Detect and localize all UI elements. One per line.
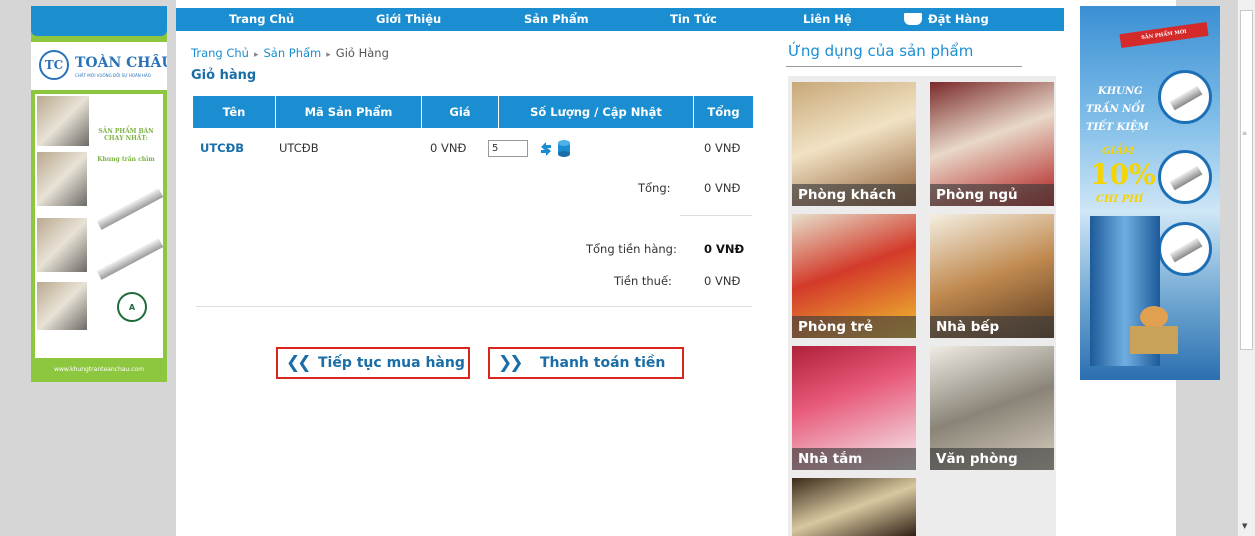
checkout-label: Thanh toán tiền — [540, 355, 666, 371]
discount-label: GIẢM — [1102, 146, 1135, 157]
ceiling-rail-image — [96, 238, 164, 280]
applications-gallery: Phòng khách Phòng ngủ Phòng trẻ Nhà bếp … — [788, 76, 1056, 536]
product-price: 0 VNĐ — [430, 141, 467, 155]
left-advert-banner[interactable]: TC TOÀN CHÂU CHẤT MỚI VUÔNG ĐỒI SỰ HOÀN … — [31, 6, 167, 382]
bestseller-label: SẢN PHẨM BÁN CHẠY NHẤT: — [98, 128, 154, 142]
grand-total-label: Tổng tiền hàng: — [586, 242, 677, 256]
nav-item-about[interactable]: Giới Thiệu — [376, 8, 441, 31]
vertical-scrollbar[interactable]: ≡ ▼ — [1238, 0, 1255, 536]
nav-item-products[interactable]: Sản Phẩm — [524, 8, 589, 31]
breadcrumb-current: Giỏ Hàng — [335, 46, 389, 60]
nav-item-home[interactable]: Trang Chủ — [229, 8, 294, 31]
column-header-name: Tên — [222, 105, 246, 119]
brand-tagline: CHẤT MỚI VUÔNG ĐỒI SỰ HOÀN HẢO — [75, 73, 151, 78]
delete-database-icon[interactable] — [558, 140, 570, 157]
subtotal-label: Tổng: — [638, 181, 671, 195]
tile-caption: Phòng ngủ — [930, 184, 1054, 206]
brand-logo-icon: TC — [39, 50, 69, 80]
divider — [786, 66, 1022, 67]
grand-total-value: 0 VNĐ — [704, 242, 745, 256]
tile-caption: Văn phòng — [930, 448, 1054, 470]
breadcrumb-separator-icon: ▸ — [253, 50, 259, 60]
continue-shopping-label: Tiếp tục mua hàng — [318, 355, 465, 371]
discount-value: 10% — [1090, 158, 1156, 191]
breadcrumb: Trang Chủ ▸ Sản Phẩm ▸ Giỏ Hàng — [191, 46, 389, 60]
tile-caption: Phòng trẻ — [792, 316, 916, 338]
banner-text: KHUNG — [1098, 86, 1143, 97]
breadcrumb-separator-icon: ▸ — [326, 50, 331, 60]
interior-photo — [37, 152, 87, 206]
double-chevron-left-icon: ❮❮ — [286, 353, 311, 373]
checkout-button[interactable]: ❯❯ Thanh toán tiền — [488, 347, 684, 379]
tile-caption: Nhà tắm — [792, 448, 916, 470]
right-advert-banner[interactable]: SẢN PHẨM MỚI KHUNG TRẦN NỔI TIẾT KIỆM GI… — [1080, 6, 1220, 380]
refresh-icon[interactable] — [538, 140, 554, 158]
brand-logo: TC TOÀN CHÂU CHẤT MỚI VUÔNG ĐỒI SỰ HOÀN … — [31, 42, 167, 90]
cart-icon — [904, 13, 922, 25]
ceiling-rail-image — [96, 188, 164, 230]
discount-sub: CHI PHÍ — [1096, 194, 1144, 205]
column-header-quantity: Số Lượng / Cập Nhật — [498, 96, 693, 128]
interior-photo — [37, 282, 87, 330]
banner-text: TIẾT KIỆM — [1086, 122, 1149, 133]
astm-logo-icon: A — [117, 292, 147, 322]
row-total: 0 VNĐ — [704, 141, 741, 155]
new-product-ribbon: SẢN PHẨM MỚI — [1119, 21, 1209, 49]
tile-bedroom[interactable]: Phòng ngủ — [930, 82, 1054, 206]
cart-table-header: Tên Mã Sản Phẩm Giá Số Lượng / Cập Nhật … — [193, 96, 753, 128]
tile-office[interactable]: Văn phòng — [930, 346, 1054, 470]
column-header-code: Mã Sản Phẩm — [275, 96, 421, 128]
brand-name: TOÀN CHÂU — [75, 55, 167, 71]
interior-photo — [37, 96, 89, 146]
column-header-price: Giá — [421, 96, 498, 128]
divider — [196, 306, 752, 307]
column-header-total: Tổng — [693, 96, 753, 128]
breadcrumb-home[interactable]: Trang Chủ — [191, 46, 249, 60]
top-navigation: Trang Chủ Giới Thiệu Sản Phẩm Tin Tức Li… — [176, 8, 1064, 31]
nav-item-contact[interactable]: Liên Hệ — [803, 8, 852, 31]
tile-caption: Phòng khách — [792, 184, 916, 206]
nav-item-order[interactable]: Đặt Hàng — [904, 8, 989, 31]
scrollbar-thumb[interactable] — [1240, 10, 1253, 350]
product-name-link[interactable]: UTCĐB — [200, 141, 244, 155]
rail-circle-icon — [1158, 222, 1212, 276]
tile-bathroom[interactable]: Nhà tắm — [792, 346, 916, 470]
piggy-bank-icon — [1140, 306, 1168, 328]
tax-label: Tiền thuế: — [614, 274, 672, 288]
rail-circle-icon — [1158, 70, 1212, 124]
subtotal-value: 0 VNĐ — [704, 181, 741, 195]
nav-item-order-label: Đặt Hàng — [928, 12, 989, 26]
tile-kitchen[interactable]: Nhà bếp — [930, 214, 1054, 338]
scrollbar-grip-icon: ≡ — [1242, 130, 1248, 137]
breadcrumb-products[interactable]: Sản Phẩm — [264, 46, 322, 60]
quantity-input[interactable] — [488, 140, 528, 157]
tile-kids-room[interactable]: Phòng trẻ — [792, 214, 916, 338]
banner-text: TRẦN NỔI — [1086, 104, 1145, 115]
tile-living-room[interactable]: Phòng khách — [792, 82, 916, 206]
main-content: Trang Chủ Giới Thiệu Sản Phẩm Tin Tức Li… — [176, 0, 1176, 536]
tax-value: 0 VNĐ — [704, 274, 741, 288]
applications-title: Ứng dụng của sản phẩm — [788, 42, 974, 60]
double-chevron-right-icon: ❯❯ — [498, 353, 523, 373]
rail-circle-icon — [1158, 150, 1212, 204]
tile-caption: Nhà bếp — [930, 316, 1054, 338]
left-banner-top-tab — [31, 6, 167, 36]
continue-shopping-button[interactable]: ❮❮ Tiếp tục mua hàng — [276, 347, 470, 379]
page-title: Giỏ hàng — [191, 68, 257, 83]
bestseller-item: Khung trần chìm — [97, 156, 155, 163]
website-url: www.khungtranteanchau.com — [54, 366, 144, 373]
left-banner-panel: SẢN PHẨM BÁN CHẠY NHẤT: Khung trần chìm … — [35, 94, 164, 358]
nav-item-news[interactable]: Tin Tức — [670, 8, 717, 31]
wooden-box-image — [1130, 326, 1178, 354]
tile-ceiling[interactable] — [792, 478, 916, 536]
divider — [680, 215, 752, 216]
scroll-down-arrow-icon[interactable]: ▼ — [1242, 522, 1247, 530]
interior-photo — [37, 218, 87, 272]
product-code: UTCĐB — [279, 141, 319, 155]
